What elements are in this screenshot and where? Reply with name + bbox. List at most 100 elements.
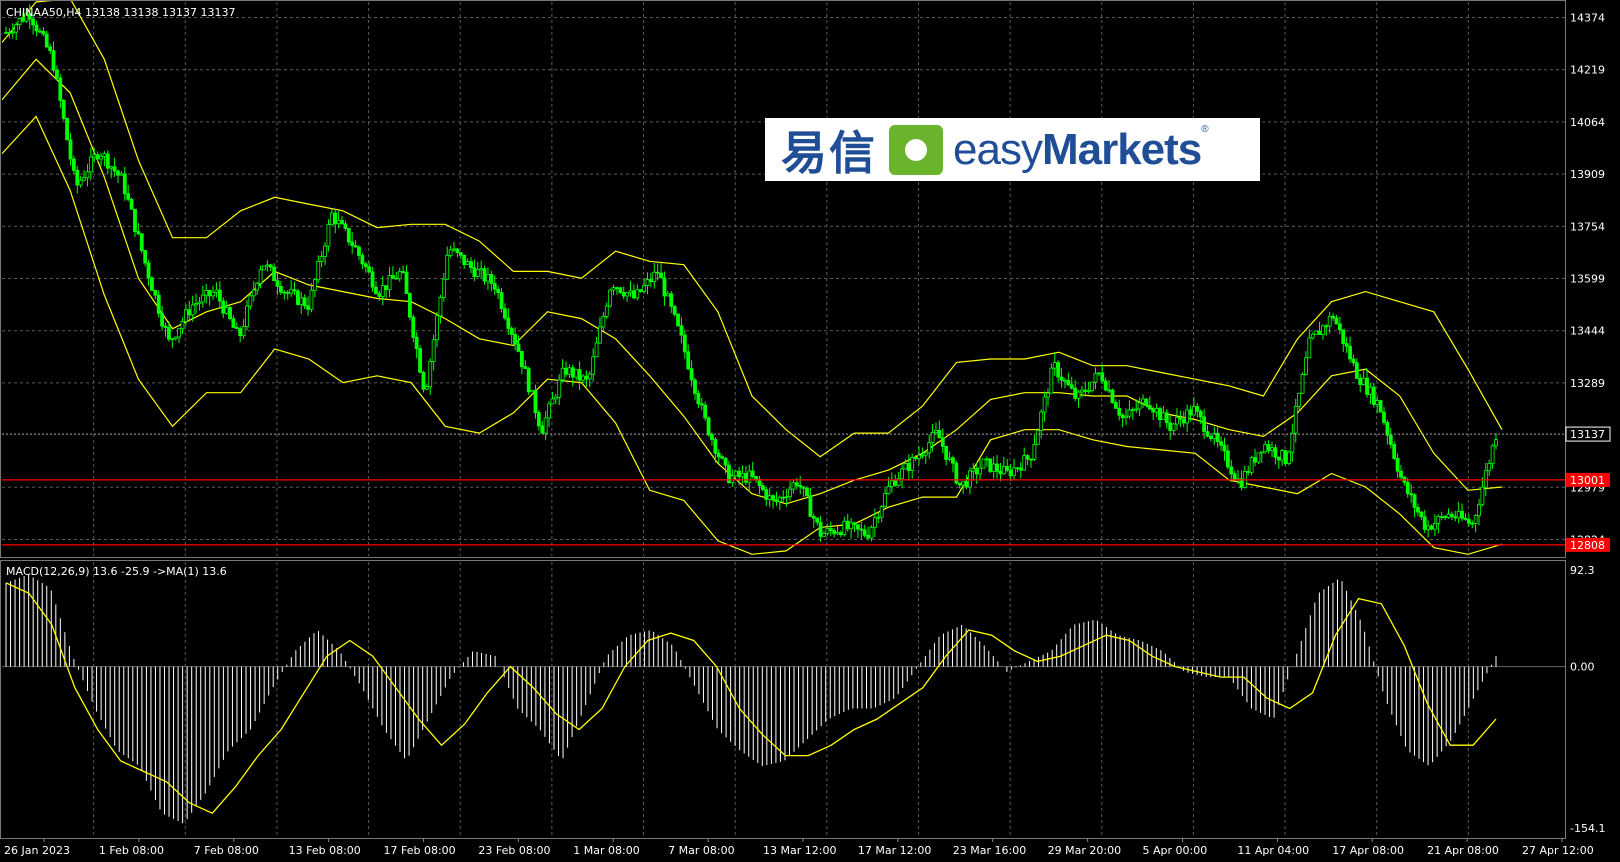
candle-body bbox=[659, 272, 663, 279]
candle-body bbox=[353, 245, 358, 248]
candle-body bbox=[207, 289, 212, 297]
candle-body bbox=[1429, 525, 1434, 530]
candle-body bbox=[1341, 329, 1346, 344]
candle-body bbox=[177, 328, 181, 338]
candle-body bbox=[1446, 513, 1451, 518]
candle-body bbox=[839, 532, 843, 536]
candle-body bbox=[849, 522, 854, 530]
candle-body bbox=[1144, 398, 1149, 406]
candle-body bbox=[435, 315, 439, 341]
candle-body bbox=[1256, 452, 1261, 463]
candle-body bbox=[421, 371, 426, 390]
price-tick-label: 13909 bbox=[1570, 168, 1605, 181]
candle-body bbox=[815, 517, 820, 523]
candle-body bbox=[1483, 470, 1488, 488]
candle-body bbox=[1035, 430, 1040, 445]
candle-body bbox=[662, 277, 667, 297]
candle-body bbox=[1426, 525, 1431, 530]
candle-body bbox=[777, 496, 782, 502]
candle-body bbox=[869, 526, 874, 539]
candle-body bbox=[1382, 411, 1386, 423]
candle-body bbox=[340, 220, 344, 225]
candle-body bbox=[526, 368, 531, 393]
candle-body bbox=[621, 291, 626, 297]
candle-body bbox=[1412, 494, 1417, 508]
candle-body bbox=[1304, 357, 1308, 375]
candle-body bbox=[608, 289, 613, 307]
candle-body bbox=[665, 293, 670, 297]
candle-body bbox=[197, 301, 202, 304]
candle-body bbox=[448, 249, 453, 256]
candle-body bbox=[360, 255, 365, 265]
candle-body bbox=[170, 338, 175, 341]
time-tick-label: 26 Jan 2023 bbox=[4, 844, 70, 857]
candle-body bbox=[1358, 378, 1363, 385]
candle-body bbox=[628, 290, 633, 294]
candle-body bbox=[781, 496, 786, 499]
candle-body bbox=[1453, 516, 1458, 519]
candle-body bbox=[1337, 323, 1342, 331]
candle-body bbox=[903, 463, 908, 470]
candle-body bbox=[1141, 398, 1145, 404]
candle-body bbox=[699, 403, 704, 406]
candle-body bbox=[312, 279, 317, 291]
candle-body bbox=[876, 516, 881, 519]
candle-body bbox=[428, 361, 433, 388]
candle-body bbox=[217, 289, 222, 302]
candle-body bbox=[550, 398, 555, 405]
time-tick-label: 13 Mar 12:00 bbox=[763, 844, 836, 857]
candle-body bbox=[139, 233, 144, 251]
candle-body bbox=[82, 177, 86, 181]
candle-body bbox=[136, 231, 141, 235]
time-tick-label: 5 Apr 00:00 bbox=[1143, 844, 1208, 857]
time-tick-label: 17 Mar 12:00 bbox=[858, 844, 931, 857]
candle-body bbox=[204, 289, 209, 296]
candle-body bbox=[1113, 402, 1118, 409]
candle-body bbox=[1253, 457, 1257, 463]
candle-body bbox=[533, 390, 538, 413]
candle-body bbox=[730, 475, 735, 484]
candle-body bbox=[693, 379, 697, 394]
candle-body bbox=[1477, 504, 1481, 517]
candle-body bbox=[601, 316, 606, 328]
candle-body bbox=[713, 439, 718, 454]
candle-body bbox=[1463, 517, 1468, 520]
candle-body bbox=[14, 24, 19, 33]
candle-body bbox=[1232, 473, 1237, 481]
candle-body bbox=[105, 153, 110, 169]
candle-body bbox=[445, 254, 450, 280]
candle-body bbox=[85, 171, 90, 179]
candle-body bbox=[944, 445, 949, 460]
symbol-header: CHINAA50,H4 13138 13138 13137 13137 bbox=[6, 6, 236, 19]
candle-body bbox=[1229, 466, 1234, 475]
candle-body bbox=[981, 458, 986, 469]
candle-body bbox=[133, 208, 137, 232]
candle-body bbox=[1042, 396, 1047, 413]
candle-body bbox=[112, 166, 117, 172]
candle-body bbox=[1375, 400, 1380, 405]
candle-body bbox=[496, 288, 501, 293]
candle-body bbox=[791, 482, 796, 490]
candle-body bbox=[65, 118, 69, 141]
candle-body bbox=[1120, 414, 1125, 419]
candle-body bbox=[245, 305, 249, 327]
candle-body bbox=[584, 375, 589, 380]
candle-body bbox=[1307, 337, 1312, 359]
time-tick-label: 7 Feb 08:00 bbox=[194, 844, 259, 857]
candle-body bbox=[323, 245, 327, 257]
candle-body bbox=[1368, 386, 1373, 395]
candle-body bbox=[194, 303, 198, 306]
candle-body bbox=[951, 457, 955, 464]
candle-body bbox=[516, 343, 521, 352]
candle-body bbox=[927, 442, 932, 454]
candle-body bbox=[336, 220, 341, 225]
candle-body bbox=[167, 327, 171, 340]
candle-body bbox=[801, 486, 806, 489]
candle-body bbox=[109, 166, 114, 169]
time-tick-label: 23 Mar 16:00 bbox=[953, 844, 1026, 857]
candle-body bbox=[564, 367, 568, 375]
candle-body bbox=[1419, 511, 1424, 518]
candle-body bbox=[794, 482, 799, 486]
candle-body bbox=[1069, 384, 1074, 389]
candle-body bbox=[808, 495, 813, 517]
